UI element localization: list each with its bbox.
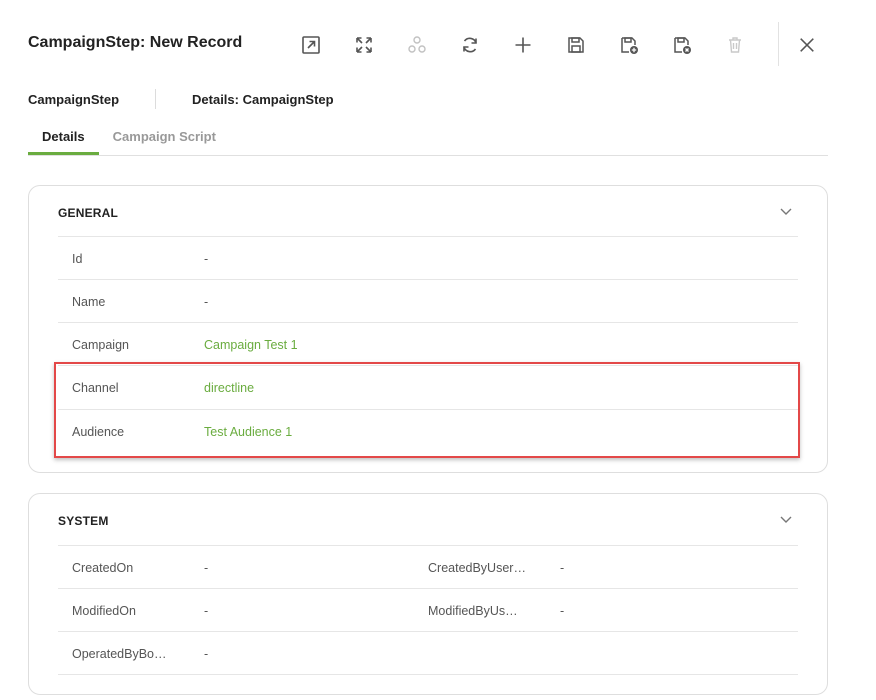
close-icon: [800, 38, 814, 52]
relations-button[interactable]: [403, 31, 431, 59]
save-close-button[interactable]: [668, 31, 696, 59]
page-title: CampaignStep: New Record: [28, 34, 243, 51]
field-label: OperatedByBo…: [72, 647, 167, 661]
add-button[interactable]: [509, 31, 537, 59]
field-label: CreatedOn: [72, 561, 134, 575]
general-section-title: GENERAL: [58, 206, 119, 220]
field-value[interactable]: -: [204, 561, 208, 575]
field-row-id: Id -: [58, 236, 798, 280]
refresh-icon: [463, 37, 477, 53]
field-row-created: CreatedOn - CreatedByUser… -: [58, 545, 798, 589]
add-icon: [515, 37, 531, 53]
field-row-name: Name -: [58, 279, 798, 323]
toolbar: [297, 31, 774, 59]
breadcrumb-entity[interactable]: CampaignStep: [28, 92, 119, 107]
expand-icon: [356, 37, 372, 53]
field-label: Id: [72, 252, 83, 266]
save-new-icon: [621, 37, 638, 54]
highlight-box: [54, 362, 800, 458]
field-row-operated: OperatedByBo… -: [58, 631, 798, 675]
breadcrumb: CampaignStep Details: CampaignStep: [28, 89, 334, 109]
delete-icon: [729, 37, 741, 53]
save-button[interactable]: [562, 31, 590, 59]
save-close-icon: [674, 37, 691, 54]
field-value[interactable]: -: [204, 295, 208, 309]
chevron-down-icon[interactable]: [779, 204, 793, 218]
field-label: ModifiedOn: [72, 604, 136, 618]
field-label: Campaign: [72, 338, 129, 352]
system-section: SYSTEM CreatedOn - CreatedByUser… - Modi…: [28, 493, 828, 695]
breadcrumb-divider: [155, 89, 157, 109]
delete-button[interactable]: [721, 31, 749, 59]
field-value[interactable]: -: [560, 561, 564, 575]
tab-details[interactable]: Details: [28, 124, 99, 155]
field-value[interactable]: -: [204, 604, 208, 618]
toolbar-divider: [778, 22, 779, 66]
close-button[interactable]: [795, 33, 819, 57]
system-section-title: SYSTEM: [58, 514, 109, 528]
field-value[interactable]: -: [204, 647, 208, 661]
field-row-campaign: Campaign Campaign Test 1: [58, 322, 798, 366]
expand-button[interactable]: [350, 31, 378, 59]
relations-icon: [408, 36, 426, 53]
breadcrumb-details: Details: CampaignStep: [192, 91, 334, 107]
open-external-button[interactable]: [297, 31, 325, 59]
open-external-icon: [302, 36, 320, 54]
save-icon: [568, 37, 584, 53]
chevron-down-icon[interactable]: [779, 512, 793, 526]
row-divider: [58, 674, 798, 675]
field-value[interactable]: -: [560, 604, 564, 618]
field-label: ModifiedByUs…: [428, 604, 518, 618]
campaign-link[interactable]: Campaign Test 1: [204, 338, 298, 352]
refresh-button[interactable]: [456, 31, 484, 59]
field-label: Name: [72, 295, 106, 309]
save-new-button[interactable]: [615, 31, 643, 59]
field-label: CreatedByUser…: [428, 561, 526, 575]
field-row-modified: ModifiedOn - ModifiedByUs… -: [58, 588, 798, 632]
field-value[interactable]: -: [204, 252, 208, 266]
tab-bar: Details Campaign Script: [28, 124, 828, 156]
tab-campaign-script[interactable]: Campaign Script: [99, 124, 230, 154]
